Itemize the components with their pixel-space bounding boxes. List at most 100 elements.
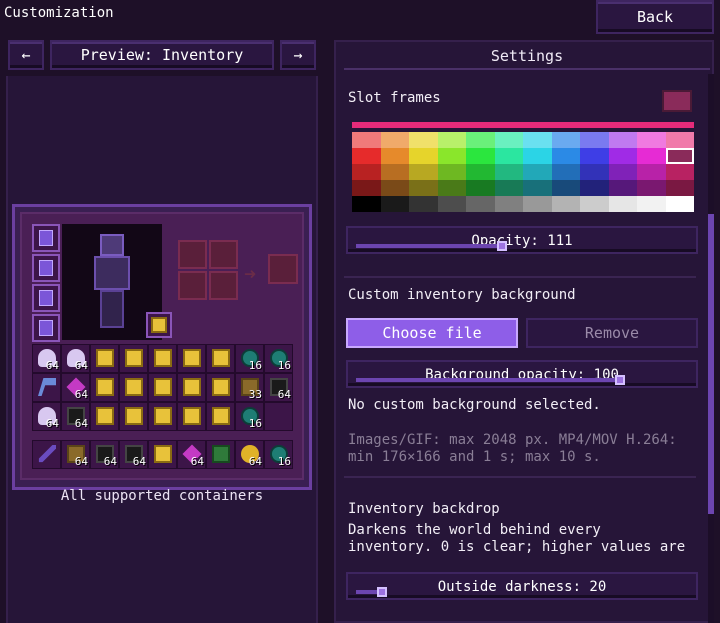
color-swatch[interactable] (580, 180, 609, 196)
preview-next-button[interactable]: → (280, 40, 316, 70)
inventory-slot: 64 (119, 440, 148, 469)
slot-frames-label: Slot frames (348, 90, 441, 106)
bg-opacity-slider-knob[interactable] (615, 375, 625, 385)
color-swatch[interactable] (352, 196, 381, 212)
item-count: 64 (248, 455, 262, 468)
color-swatch[interactable] (494, 164, 523, 180)
item-count: 64 (45, 359, 59, 372)
back-button[interactable]: Back (596, 0, 714, 34)
color-swatch[interactable] (665, 148, 694, 164)
color-swatch[interactable] (637, 196, 666, 212)
color-swatch[interactable] (637, 132, 666, 148)
color-swatch[interactable] (380, 164, 409, 180)
color-swatch[interactable] (608, 180, 637, 196)
crafting-arrow-icon: ➜ (244, 262, 257, 286)
color-swatch[interactable] (608, 164, 637, 180)
darkness-slider[interactable]: Outside darkness: 20 (346, 572, 698, 600)
color-swatch[interactable] (409, 196, 438, 212)
color-swatch[interactable] (637, 148, 666, 164)
crafting-slot (178, 271, 207, 300)
color-swatch[interactable] (466, 196, 495, 212)
offhand-slot (146, 312, 172, 338)
preview-prev-button[interactable]: ← (8, 40, 44, 70)
remove-button[interactable]: Remove (526, 318, 698, 348)
color-swatch[interactable] (409, 148, 438, 164)
color-swatch[interactable] (551, 180, 580, 196)
color-swatch[interactable] (494, 132, 523, 148)
settings-heading: Settings (344, 44, 710, 70)
arrow-right-icon: → (293, 46, 303, 64)
color-swatch[interactable] (494, 148, 523, 164)
color-swatch[interactable] (437, 196, 466, 212)
color-swatch[interactable] (580, 132, 609, 148)
color-swatch[interactable] (466, 180, 495, 196)
color-swatch[interactable] (437, 180, 466, 196)
color-swatch[interactable] (608, 196, 637, 212)
color-swatch[interactable] (637, 164, 666, 180)
color-swatch[interactable] (551, 164, 580, 180)
color-swatch[interactable] (352, 148, 381, 164)
preview-selector[interactable]: Preview: Inventory (50, 40, 274, 70)
opacity-slider-knob[interactable] (497, 241, 507, 251)
color-swatch[interactable] (523, 148, 552, 164)
color-swatch[interactable] (665, 132, 694, 148)
darkness-slider-knob[interactable] (377, 587, 387, 597)
color-swatch[interactable] (409, 164, 438, 180)
color-swatch[interactable] (437, 164, 466, 180)
color-swatch[interactable] (380, 180, 409, 196)
totem-icon (154, 407, 172, 425)
inventory-slot (119, 402, 148, 431)
color-swatch[interactable] (466, 148, 495, 164)
color-swatch[interactable] (494, 180, 523, 196)
color-swatch[interactable] (352, 132, 381, 148)
color-swatch[interactable] (494, 196, 523, 212)
armor-column (32, 224, 60, 344)
totem-icon (212, 378, 230, 396)
item-count: 16 (277, 455, 291, 468)
color-swatch[interactable] (437, 132, 466, 148)
hue-bar[interactable] (352, 122, 694, 128)
color-swatch[interactable] (665, 164, 694, 180)
inventory-slot (206, 373, 235, 402)
item-count: 16 (277, 359, 291, 372)
color-swatch[interactable] (466, 132, 495, 148)
color-swatch[interactable] (523, 164, 552, 180)
color-swatch[interactable] (580, 164, 609, 180)
sword-icon (38, 445, 56, 463)
color-swatch[interactable] (551, 148, 580, 164)
color-swatch[interactable] (409, 132, 438, 148)
color-swatch[interactable] (665, 196, 694, 212)
color-swatch[interactable] (551, 196, 580, 212)
color-swatch[interactable] (409, 180, 438, 196)
totem-icon (125, 407, 143, 425)
inventory-slot (32, 440, 61, 469)
color-swatch[interactable] (665, 180, 694, 196)
item-count: 33 (248, 388, 262, 401)
player-head (100, 234, 124, 256)
color-swatch[interactable] (437, 148, 466, 164)
color-swatch[interactable] (580, 148, 609, 164)
color-swatch[interactable] (380, 132, 409, 148)
color-swatch[interactable] (380, 148, 409, 164)
color-swatch[interactable] (466, 164, 495, 180)
color-swatch[interactable] (352, 180, 381, 196)
color-swatch[interactable] (380, 196, 409, 212)
color-swatch[interactable] (523, 196, 552, 212)
color-swatch[interactable] (608, 148, 637, 164)
choose-file-button[interactable]: Choose file (346, 318, 518, 348)
formats-line-1: Images/GIF: max 2048 px. MP4/MOV H.264: (348, 432, 677, 448)
color-swatch[interactable] (637, 180, 666, 196)
bg-opacity-slider[interactable]: Background opacity: 100 (346, 360, 698, 388)
opacity-slider[interactable]: Opacity: 111 (346, 226, 698, 254)
selected-color-swatch[interactable] (662, 90, 692, 112)
color-swatch[interactable] (551, 132, 580, 148)
color-swatch[interactable] (580, 196, 609, 212)
inventory-slot (148, 440, 177, 469)
main-inventory-grid: 64 64 16 16 64 33 64 64 64 16 (32, 344, 298, 431)
color-swatch[interactable] (608, 132, 637, 148)
item-count: 64 (74, 455, 88, 468)
color-swatch[interactable] (523, 132, 552, 148)
color-swatch[interactable] (352, 164, 381, 180)
scrollbar-thumb[interactable] (708, 214, 714, 514)
color-swatch[interactable] (523, 180, 552, 196)
